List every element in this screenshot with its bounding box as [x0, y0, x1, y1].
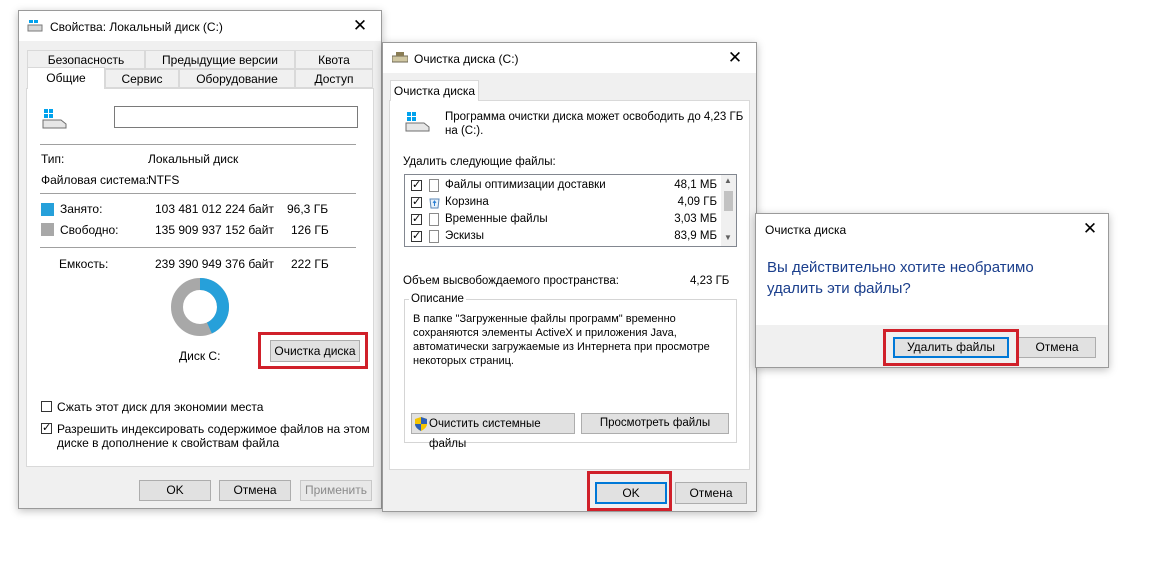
list-item[interactable]: ✓ Файлы оптимизации доставки 48,1 МБ [405, 177, 723, 194]
tab-previous-versions[interactable]: Предыдущие версии [145, 50, 295, 69]
list-item[interactable]: ✓ Временные файлы 3,03 МБ [405, 211, 723, 228]
file-checkbox[interactable]: ✓ [411, 180, 422, 191]
index-checkbox[interactable]: ✓ [41, 423, 52, 434]
apply-button[interactable]: Применить [300, 480, 372, 501]
close-icon[interactable]: ✕ [714, 43, 756, 73]
confirm-title: Очистка диска [765, 223, 847, 237]
drive-name-input[interactable] [114, 106, 358, 128]
space-value: 4,23 ГБ [690, 275, 730, 287]
file-size: 48,1 МБ [674, 179, 717, 191]
file-size: 83,9 МБ [674, 230, 717, 242]
scroll-up-arrow-icon[interactable]: ▲ [724, 176, 732, 185]
used-gb: 96,3 ГБ [287, 202, 329, 216]
type-label: Тип: [41, 152, 65, 166]
uac-shield-icon [415, 417, 427, 431]
file-name: Корзина [445, 196, 489, 208]
compress-label: Сжать этот диск для экономии места [57, 400, 264, 414]
highlight-frame [258, 332, 368, 369]
type-value: Локальный диск [148, 152, 239, 166]
tab-hardware[interactable]: Оборудование [179, 69, 295, 88]
file-checkbox[interactable]: ✓ [411, 197, 422, 208]
cleanup-desc-line-1: Программа очистки диска может освободить… [445, 111, 744, 123]
description-line: сохраняются элементы ActiveX и приложени… [413, 327, 677, 339]
separator [40, 144, 356, 145]
properties-titlebar: Свойства: Локальный диск (C:) ✕ [19, 11, 381, 41]
usage-donut [171, 278, 229, 336]
cancel-button[interactable]: Отмена [1018, 337, 1096, 358]
description-line: В папке "Загруженные файлы программ" вре… [413, 313, 676, 325]
drive-title-icon [27, 20, 43, 32]
description-group-label: Описание [409, 293, 466, 305]
separator [40, 193, 356, 194]
tab-service[interactable]: Сервис [105, 69, 179, 88]
free-label: Свободно: [60, 223, 119, 237]
space-label: Объем высвобождаемого пространства: [403, 275, 619, 287]
cleanup-title: Очистка диска (C:) [414, 52, 519, 66]
drive-icon [405, 112, 430, 132]
recycle-bin-icon [429, 198, 440, 209]
confirm-question-line-2: удалить эти файлы? [767, 280, 911, 297]
files-list[interactable]: ✓ Файлы оптимизации доставки 48,1 МБ ✓ К… [404, 174, 737, 247]
file-size: 3,03 МБ [674, 213, 717, 225]
file-name: Файлы оптимизации доставки [445, 179, 606, 191]
file-icon [429, 213, 439, 226]
properties-title: Свойства: Локальный диск (C:) [50, 20, 223, 34]
free-bytes: 135 909 937 152 байт [155, 223, 274, 237]
cancel-button[interactable]: Отмена [219, 480, 291, 501]
file-name: Эскизы [445, 230, 485, 242]
file-icon [429, 230, 439, 243]
scroll-thumb[interactable] [724, 191, 733, 211]
fs-value: NTFS [148, 173, 180, 187]
disk-cleanup-window: Очистка диска (C:) ✕ Очистка диска Прогр… [382, 42, 757, 512]
description-line: автоматически загружаемые из Интернета п… [413, 341, 710, 353]
tab-general[interactable]: Общие [27, 67, 105, 89]
fs-label: Файловая система: [41, 173, 150, 187]
free-swatch [41, 223, 54, 236]
file-checkbox[interactable]: ✓ [411, 214, 422, 225]
clean-system-files-button[interactable]: Очистить системные файлы [411, 413, 575, 450]
cleanup-desc-line-2: на (C:). [445, 125, 484, 137]
capacity-gb: 222 ГБ [291, 257, 329, 271]
capacity-bytes: 239 390 949 376 байт [155, 257, 274, 271]
list-scrollbar[interactable]: ▲ ▼ [721, 175, 736, 246]
highlight-frame [883, 329, 1019, 366]
compress-checkbox[interactable] [41, 401, 52, 412]
cancel-button[interactable]: Отмена [675, 482, 747, 504]
drive-label: Диск C: [179, 349, 221, 363]
properties-window: Свойства: Локальный диск (C:) ✕ Безопасн… [18, 10, 382, 509]
list-item[interactable]: ✓ Корзина 4,09 ГБ [405, 194, 723, 211]
cleanup-titlebar: Очистка диска (C:) ✕ [383, 43, 756, 73]
index-label-line-2: диске в дополнение к свойствам файла [57, 436, 280, 450]
scroll-down-arrow-icon[interactable]: ▼ [724, 233, 732, 242]
highlight-frame [587, 471, 672, 511]
confirm-question-line-1: Вы действительно хотите необратимо [767, 259, 1034, 276]
file-size: 4,09 ГБ [677, 196, 717, 208]
used-label: Занято: [60, 202, 103, 216]
tab-disk-cleanup[interactable]: Очистка диска [390, 80, 479, 101]
index-label-line-1: Разрешить индексировать содержимое файло… [57, 422, 370, 436]
view-files-button[interactable]: Просмотреть файлы [581, 413, 729, 434]
used-swatch [41, 203, 54, 216]
free-gb: 126 ГБ [291, 223, 329, 237]
confirm-dialog: Очистка диска ✕ Вы действительно хотите … [755, 213, 1109, 368]
delete-files-label: Удалить следующие файлы: [403, 156, 556, 168]
file-icon [429, 179, 439, 192]
tab-access[interactable]: Доступ [295, 69, 373, 88]
close-icon[interactable]: ✕ [339, 11, 381, 41]
tab-quota[interactable]: Квота [295, 50, 373, 69]
drive-icon [42, 109, 67, 129]
cleanup-title-icon [392, 52, 408, 63]
file-name: Временные файлы [445, 213, 548, 225]
close-icon[interactable]: ✕ [1072, 214, 1108, 244]
ok-button[interactable]: OK [139, 480, 211, 501]
used-bytes: 103 481 012 224 байт [155, 202, 274, 216]
list-item[interactable]: ✓ Эскизы 83,9 МБ [405, 228, 723, 245]
file-checkbox[interactable]: ✓ [411, 231, 422, 242]
capacity-label: Емкость: [59, 257, 109, 271]
separator [40, 247, 356, 248]
description-line: некоторых страниц. [413, 355, 514, 367]
